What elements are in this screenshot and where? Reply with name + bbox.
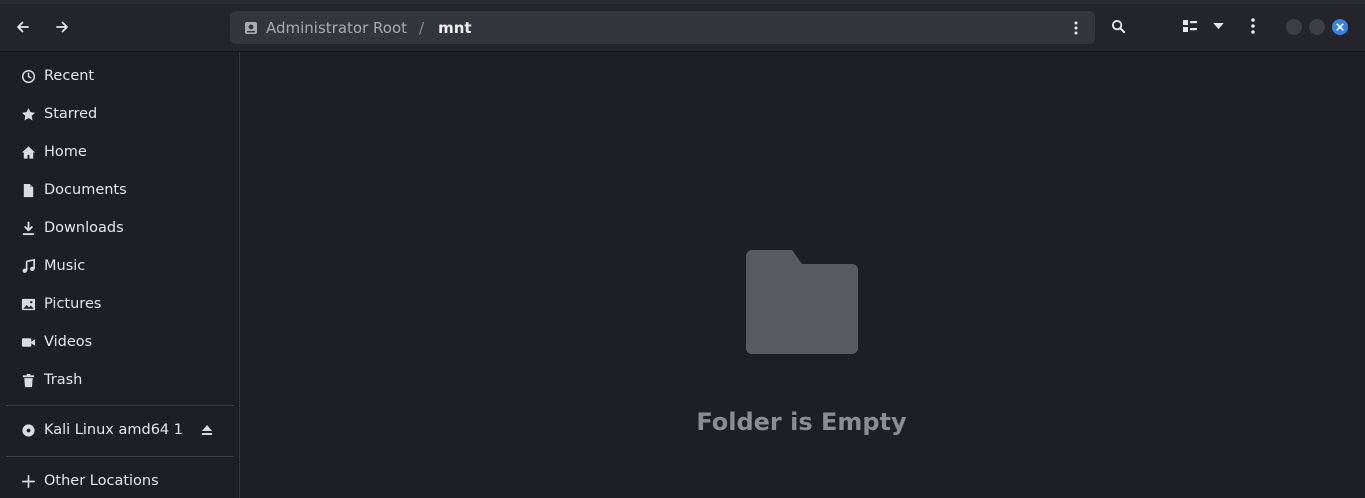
folder-icon	[746, 250, 858, 354]
video-icon	[20, 334, 36, 350]
sidebar-separator	[6, 405, 234, 406]
sidebar-item-recent[interactable]: Recent	[0, 57, 240, 95]
sidebar-item-other-locations[interactable]: Other Locations	[0, 462, 240, 498]
search-icon	[1111, 19, 1125, 33]
sidebar-item-label: Pictures	[44, 296, 102, 312]
sidebar-item-label: Music	[44, 258, 86, 274]
plus-icon	[20, 473, 36, 489]
sidebar-item-pictures[interactable]: Pictures	[0, 285, 240, 323]
trash-icon	[20, 372, 36, 388]
sidebar-item-videos[interactable]: Videos	[0, 323, 240, 361]
sidebar-item-label: Documents	[44, 182, 127, 198]
download-icon	[20, 220, 36, 236]
sidebar-item-music[interactable]: Music	[0, 247, 240, 285]
sidebar-item-home[interactable]: Home	[0, 133, 240, 171]
sidebar-item-label: Videos	[44, 334, 93, 350]
drive-icon	[245, 21, 257, 34]
home-icon	[20, 144, 36, 160]
sidebar-item-label: Starred	[44, 106, 98, 122]
header-bar: Administrator Root / mnt	[0, 0, 1365, 52]
main-menu-button[interactable]	[1241, 14, 1265, 38]
star-icon	[20, 106, 36, 122]
sidebar-item-label: Kali Linux amd64 1	[44, 422, 183, 438]
view-toggle-button[interactable]	[1178, 14, 1202, 38]
picture-icon	[20, 296, 36, 312]
path-root-button[interactable]: Administrator Root	[230, 11, 417, 44]
sidebar-item-label: Downloads	[44, 220, 124, 236]
maximize-button[interactable]	[1309, 19, 1325, 35]
sidebar-item-label: Trash	[44, 372, 83, 388]
disc-icon	[20, 422, 36, 438]
kebab-menu-icon	[1251, 18, 1255, 34]
sidebar-item-starred[interactable]: Starred	[0, 95, 240, 133]
sidebar: Recent Starred Home Documents Downloads	[0, 52, 240, 498]
minimize-button[interactable]	[1286, 19, 1302, 35]
kebab-menu-icon	[1074, 21, 1078, 35]
arrow-right-icon	[56, 21, 68, 33]
path-menu-button[interactable]	[1067, 18, 1085, 38]
file-view[interactable]: Folder is Empty	[241, 52, 1365, 498]
sidebar-item-downloads[interactable]: Downloads	[0, 209, 240, 247]
sidebar-item-label: Recent	[44, 68, 95, 84]
list-view-icon	[1183, 20, 1197, 32]
empty-folder-message: Folder is Empty	[696, 408, 907, 436]
view-options-dropdown[interactable]	[1206, 14, 1230, 38]
document-icon	[20, 182, 36, 198]
search-button[interactable]	[1106, 14, 1130, 38]
back-button[interactable]	[8, 12, 38, 42]
close-icon	[1336, 23, 1344, 31]
sidebar-item-documents[interactable]: Documents	[0, 171, 240, 209]
chevron-down-icon	[1212, 22, 1224, 29]
clock-icon	[20, 68, 36, 84]
sidebar-item-label: Home	[44, 144, 87, 160]
header-top-strip	[0, 0, 1365, 4]
path-bar: Administrator Root / mnt	[230, 11, 1095, 44]
path-separator: /	[419, 18, 425, 37]
file-manager-window: Administrator Root / mnt Recent Starred …	[0, 0, 1365, 498]
eject-icon[interactable]	[200, 423, 214, 437]
arrow-left-icon	[17, 21, 29, 33]
sidebar-item-kali-disc[interactable]: Kali Linux amd64 1	[0, 411, 240, 449]
sidebar-separator	[6, 456, 234, 457]
music-icon	[20, 258, 36, 274]
path-current-button[interactable]: mnt	[438, 19, 471, 37]
sidebar-item-label: Other Locations	[44, 473, 159, 489]
forward-button[interactable]	[47, 12, 77, 42]
path-root-label: Administrator Root	[266, 18, 408, 37]
close-button[interactable]	[1332, 19, 1348, 35]
sidebar-item-trash[interactable]: Trash	[0, 361, 240, 399]
